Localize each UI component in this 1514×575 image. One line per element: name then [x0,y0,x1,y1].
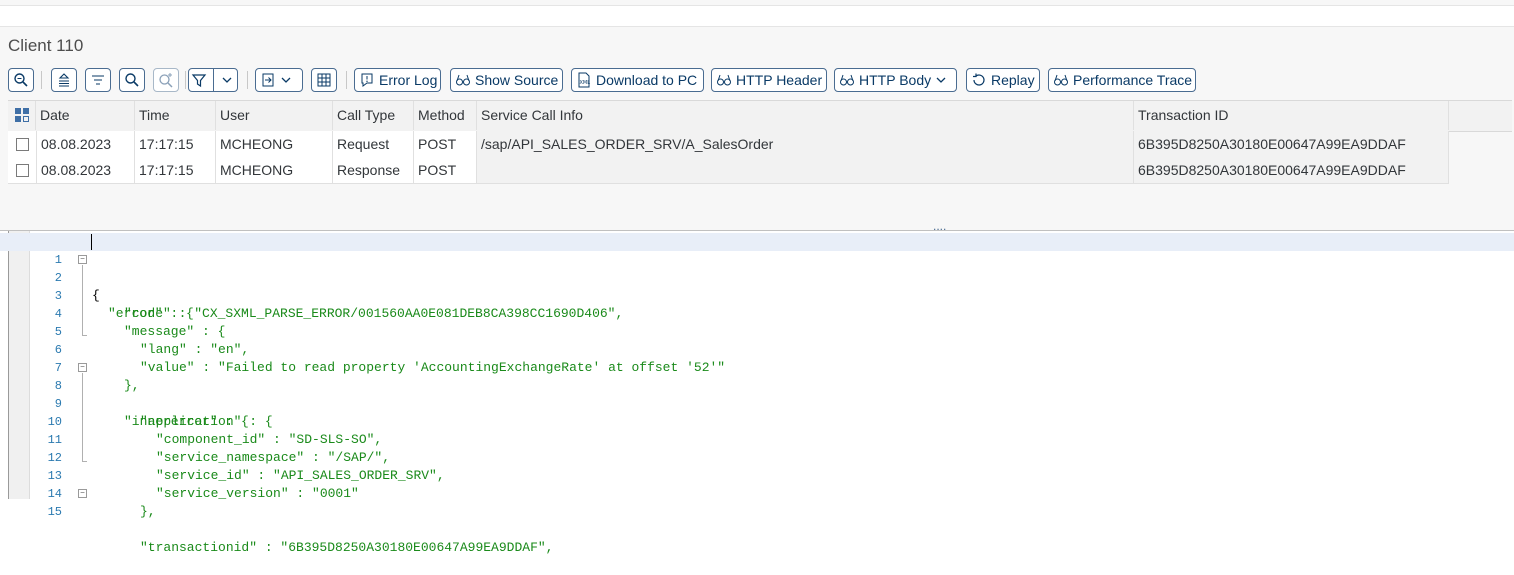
fold-toggle[interactable]: − [78,363,87,372]
code-line: 1 { [0,233,1514,303]
col-header-service-call-info[interactable]: Service Call Info [477,101,1134,130]
cell-service-call-info [477,157,1134,183]
col-header-method[interactable]: Method [414,101,477,130]
cell-call-type: Response [333,157,414,183]
cell-user: MCHEONG [216,157,333,183]
xml-file-icon: XML [576,72,592,88]
show-source-label: Show Source [475,72,559,88]
cell-method: POST [414,157,477,183]
code-line: 9 "application" : { [0,377,1514,429]
table-layout-icon [316,72,332,88]
sort-descending-button[interactable] [85,68,111,92]
glasses-icon [839,72,855,88]
cell-service-call-info: /sap/API_SALES_ORDER_SRV/A_SalesOrder [477,131,1134,157]
cell-method: POST [414,131,477,157]
sort-ascending-button[interactable] [51,68,77,92]
fold-guide [82,373,83,461]
error-log-button[interactable]: Error Log [354,68,441,92]
col-header-user[interactable]: User [216,101,333,130]
code-line: 7 }, [0,341,1514,393]
cell-call-type: Request [333,131,414,157]
pane-splitter[interactable] [0,224,1514,231]
replay-label: Replay [991,72,1035,88]
search-plus-icon [158,72,174,88]
sort-ascending-icon [56,72,72,88]
code-line: 15 − "transactionid" : "6B395D8250A30180… [0,485,1514,555]
code-line: 5 "lang" : "en", [0,305,1514,357]
cell-transaction-id: 6B395D8250A30180E00647A99EA9DDAF [1134,131,1449,157]
find-next-button[interactable] [153,68,179,92]
cell-date: 08.08.2023 [36,157,135,183]
layout-button[interactable] [311,68,337,92]
magnifier-detail-icon [13,72,29,88]
search-icon [124,72,140,88]
find-button[interactable] [119,68,145,92]
code-text: "transactionid" : "6B395D8250A30180E0064… [140,540,554,555]
fold-toggle[interactable]: − [78,255,87,264]
fold-guide [82,265,83,335]
cell-user: MCHEONG [216,131,333,157]
row-checkbox[interactable] [16,138,29,151]
code-line: 14 }, [0,467,1514,519]
code-line: 12 "service_id" : "API_SALES_ORDER_SRV", [0,431,1514,483]
download-to-pc-button[interactable]: XML Download to PC [571,68,704,92]
cell-date: 08.08.2023 [36,131,135,157]
replay-button[interactable]: Replay [966,68,1040,92]
show-source-button[interactable]: Show Source [450,68,563,92]
cell-time: 17:17:15 [135,157,216,183]
col-header-call-type[interactable]: Call Type [333,101,414,130]
glasses-icon [716,72,732,88]
code-line: 6 "value" : "Failed to read property 'Ac… [0,323,1514,375]
code-line: 13 "service_version" : "0001" [0,449,1514,501]
code-line: 3 "code" : "CX_SXML_PARSE_ERROR/001560AA… [0,269,1514,321]
replay-icon [971,72,987,88]
error-log-icon [359,72,375,88]
export-icon [260,72,276,88]
code-line: 10 "component_id" : "SD-SLS-SO", [0,395,1514,447]
code-line: 4 "message" : { [0,287,1514,339]
col-header-time[interactable]: Time [135,101,216,130]
page-title: Client 110 [8,36,84,55]
select-all-icon [14,108,30,126]
chevron-down-icon [280,74,292,86]
code-text: }, [140,504,156,519]
top-strip [0,0,1514,6]
fold-guide [82,461,87,462]
http-header-button[interactable]: HTTP Header [711,68,827,92]
toolbar: Error Log Show Source XML Download to PC… [8,68,1508,94]
svg-text:XML: XML [580,80,591,86]
performance-trace-button[interactable]: Performance Trace [1048,68,1196,92]
export-menu-button[interactable] [255,68,303,92]
http-body-label: HTTP Body [859,72,932,88]
glasses-icon [1053,72,1069,88]
sort-descending-icon [90,72,106,88]
row-checkbox[interactable] [16,164,29,177]
performance-trace-label: Performance Trace [1073,72,1193,88]
cell-transaction-id: 6B395D8250A30180E00647A99EA9DDAF [1134,157,1449,183]
http-body-menu-button[interactable]: HTTP Body [834,68,957,92]
code-editor[interactable]: 1 { 2 − "error" : { 3 "code" : "CX_SXML_… [0,231,1514,555]
glasses-icon [455,72,471,88]
error-log-label: Error Log [379,72,438,88]
code-line: 11 "service_namespace" : "/SAP/", [0,413,1514,465]
filter-menu-button[interactable] [188,68,238,92]
code-line: 2 − "error" : { [0,251,1514,321]
http-header-label: HTTP Header [736,72,823,88]
chevron-down-icon [217,74,237,86]
chevron-down-icon [935,74,947,86]
zoom-details-button[interactable] [8,68,34,92]
text-cursor [91,234,92,250]
select-all-button[interactable] [8,101,36,130]
fold-toggle[interactable]: − [78,489,87,498]
download-label: Download to PC [596,72,698,88]
code-line: 8 − "innererror" : { [0,359,1514,429]
col-header-date[interactable]: Date [36,101,135,130]
line-number: 15 [47,505,62,519]
col-header-transaction-id[interactable]: Transaction ID [1134,101,1449,130]
filter-icon [189,72,209,88]
cell-time: 17:17:15 [135,131,216,157]
fold-guide [82,335,87,336]
